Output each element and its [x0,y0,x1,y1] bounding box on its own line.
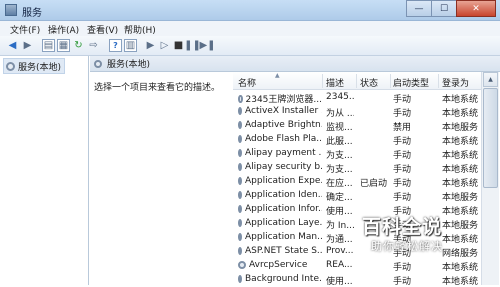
table-row[interactable]: Adobe Flash Pla... 此服... 手动 本地系统 [233,132,481,147]
column-divider[interactable] [438,74,439,88]
column-divider[interactable] [322,74,323,88]
console-tree: 服务(本地) [0,56,89,285]
gear-icon [238,177,242,185]
column-divider[interactable] [390,74,391,88]
table-row[interactable]: ActiveX Installer ... 为从 ... 手动 本地系统 [233,104,481,119]
service-name-cell: Application Man... [238,232,322,242]
service-name-cell: Application Infor... [238,204,322,214]
gear-icon [238,191,242,199]
menu-file[interactable]: 文件(F) [10,23,40,36]
watermark-tagline: 助你轻松解决 [371,240,443,253]
gear-icon [238,135,242,143]
toolbar: ◀ ▶ ▤ ▦ ↻ ⇨ ? ▥ ▶ ▷ ■ ❚❚ ▶❚ [0,36,500,56]
service-name-cell: Application Laye... [238,218,322,228]
sort-arrow-icon: ▲ [275,72,280,79]
tree-item-services-local[interactable]: 服务(本地) [3,58,66,74]
service-name-cell: Alipay payment ... [238,148,322,158]
gear-icon [238,261,246,269]
menu-view[interactable]: 查看(V) [87,23,118,36]
column-header-status[interactable]: 状态 [360,76,378,89]
service-startup-cell: 手动 [393,277,412,287]
menu-action[interactable]: 操作(A) [48,23,79,36]
table-row[interactable]: 2345王牌浏览器... 2345... 手动 本地系统 [233,90,481,105]
table-row[interactable]: Alipay security b... 为支... 手动 本地系统 [233,160,481,175]
column-divider[interactable] [356,74,357,88]
gear-icon [238,149,242,157]
close-button[interactable]: ✕ [456,0,496,17]
main-header: 服务(本地) [90,56,500,72]
minimize-button[interactable]: — [406,0,432,17]
export-icon[interactable]: ⇨ [87,39,100,52]
gear-icon [94,59,102,68]
table-row[interactable]: Alipay payment ... 为支... 手动 本地系统 [233,146,481,161]
tree-item-label: 服务(本地) [18,62,62,73]
watermark-logo: 百科全说 [362,216,443,238]
gear-icon [238,107,242,115]
description-panel: 选择一个项目来查看它的描述。 [90,72,232,285]
service-logon-cell: 本地系统 [442,277,479,287]
pause-icon[interactable]: ❚❚ [184,39,201,52]
service-name-cell: ASP.NET State S... [238,246,322,256]
back-icon[interactable]: ◀ [6,39,19,52]
gear-icon [238,233,242,241]
stop-icon[interactable]: ■ [172,39,185,52]
service-name-cell: Application Iden... [238,190,322,200]
start-icon[interactable]: ▶ [144,39,157,52]
list-header: ▲ 名称 描述 状态 启动类型 登录为 [233,72,481,90]
forward-icon[interactable]: ▶ [21,39,34,52]
service-name-cell: Background Inte... [238,274,322,284]
show-pane-icon[interactable]: ▥ [124,39,137,52]
column-header-name[interactable]: 名称 [238,76,256,89]
menu-help[interactable]: 帮助(H) [124,23,156,36]
maximize-button[interactable]: ☐ [431,0,457,17]
vertical-scrollbar[interactable]: ▲ [481,72,499,285]
play-icon[interactable]: ▷ [158,39,171,52]
column-header-startup-type[interactable]: 启动类型 [393,76,429,89]
service-description-cell: 2345... [326,92,354,102]
gear-icon [238,205,242,213]
table-row[interactable]: AvrcpService REA... 手动 本地系统 [233,258,481,273]
menu-bar: 文件(F) 操作(A) 查看(V) 帮助(H) [0,21,500,36]
console-tree-icon[interactable]: ▤ [42,39,55,52]
service-name-cell: Alipay security b... [238,162,322,172]
service-name-cell: AvrcpService [238,260,322,270]
gear-icon [238,163,242,171]
table-row[interactable]: Adaptive Brightn... 监视... 禁用 本地服务 [233,118,481,133]
scroll-thumb[interactable] [483,88,498,188]
gear-icon [238,275,242,283]
table-row[interactable]: Application Iden... 确定... 手动 本地服务 [233,188,481,203]
service-name-cell: Adobe Flash Pla... [238,134,322,144]
table-row[interactable]: Application Expe... 在应... 已启动 手动 本地系统 [233,174,481,189]
gear-icon [238,121,242,129]
column-header-description[interactable]: 描述 [326,76,344,89]
column-header-logon-as[interactable]: 登录为 [442,76,469,89]
main-header-label: 服务(本地) [107,60,151,70]
service-name-cell: ActiveX Installer ... [238,106,322,116]
title-bar: 服务 — ☐ ✕ [0,0,500,21]
service-name-cell: Adaptive Brightn... [238,120,322,130]
help-icon[interactable]: ? [109,39,122,52]
services-app-icon [5,4,17,16]
properties-icon[interactable]: ▦ [57,39,70,52]
gear-icon [238,94,243,103]
service-description-cell: REA... [326,260,353,270]
service-description-cell: 使用... [326,277,353,287]
service-description-cell: Prov... [326,246,354,256]
restart-icon[interactable]: ▶❚ [199,39,215,52]
gear-icon [238,247,242,255]
scroll-up-icon[interactable]: ▲ [483,72,498,87]
gear-icon [238,219,242,227]
refresh-icon[interactable]: ↻ [72,39,85,52]
window-title: 服务 [22,8,42,19]
service-name-cell: Application Expe... [238,176,322,186]
table-row[interactable]: Background Inte... 使用... 手动 本地系统 [233,272,481,287]
gear-icon [6,61,15,71]
description-text: 选择一个项目来查看它的描述。 [94,83,221,93]
window-controls: — ☐ ✕ [406,0,496,18]
watermark: 百科全说 助你轻松解决 [362,212,482,256]
